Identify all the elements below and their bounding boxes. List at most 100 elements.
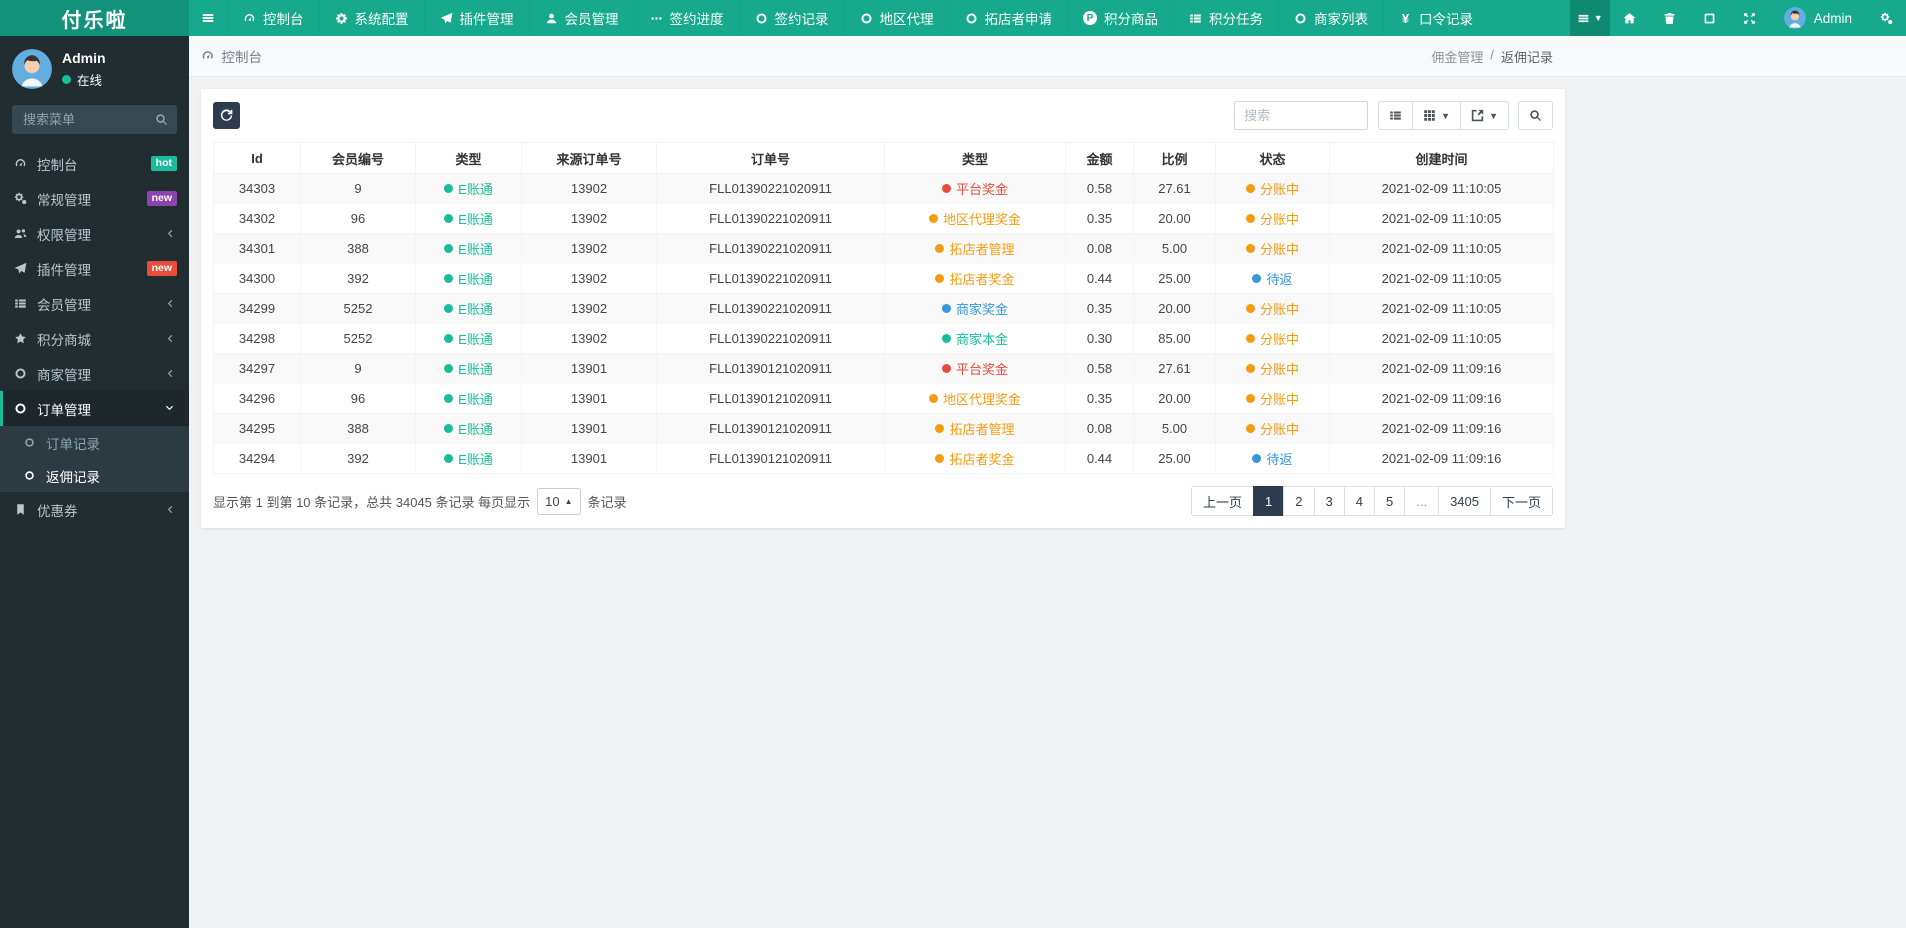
top-nav-item-5[interactable]: 签约进度: [633, 0, 739, 36]
sidebar-item-2[interactable]: 常规管理 new: [0, 181, 189, 216]
column-header[interactable]: 创建时间: [1329, 142, 1554, 174]
sidebar-item-4[interactable]: 插件管理 new: [0, 251, 189, 286]
sidebar-item-7[interactable]: 商家管理: [0, 356, 189, 391]
top-nav-item-3[interactable]: 插件管理: [423, 0, 529, 36]
table-row[interactable]: 34302 96 E账通 13902 FLL01390221020911 地区代理奖金 0.…: [213, 203, 1554, 234]
column-header[interactable]: 金额: [1065, 142, 1134, 174]
column-header[interactable]: 类型: [884, 142, 1066, 174]
breadcrumb[interactable]: 控制台: [201, 46, 262, 66]
sidebar-item-5[interactable]: 会员管理: [0, 286, 189, 321]
sidebar-item-1[interactable]: 控制台 hot: [0, 146, 189, 181]
table-row[interactable]: 34295 388 E账通 13901 FLL01390121020911 拓店者管理 0.…: [213, 413, 1554, 444]
sidebar-subitem-2[interactable]: 返佣记录: [0, 459, 189, 492]
top-nav-item-12[interactable]: ¥ 口令记录: [1383, 0, 1488, 36]
top-nav-item-10[interactable]: 积分任务: [1173, 0, 1278, 36]
columns-button[interactable]: ▼: [1412, 101, 1462, 130]
top-nav-item-1[interactable]: 控制台: [227, 0, 319, 36]
clear-cache-button[interactable]: [1650, 0, 1690, 36]
cell-ratio: 27.61: [1133, 353, 1216, 384]
table-row[interactable]: 34301 388 E账通 13902 FLL01390221020911 拓店者管理 0.…: [213, 233, 1554, 264]
sidebar-item-6[interactable]: 积分商城: [0, 321, 189, 356]
export-button[interactable]: ▼: [1460, 101, 1509, 130]
top-nav-item-2[interactable]: 系统配置: [318, 0, 424, 36]
cell-id: 34303: [213, 173, 301, 204]
menu-dropdown-button[interactable]: ▼: [1569, 0, 1610, 36]
brand-logo[interactable]: 付乐啦: [0, 0, 189, 36]
user-menu[interactable]: Admin: [1770, 0, 1866, 36]
menu-search-input[interactable]: [12, 105, 177, 134]
column-header[interactable]: 类型: [415, 142, 522, 174]
breadcrumb-home[interactable]: 控制台: [222, 46, 263, 66]
cell-id: 34302: [213, 203, 301, 234]
page-button-3405[interactable]: 3405: [1438, 486, 1491, 516]
breadcrumb-current: 返佣记录: [1500, 49, 1553, 65]
page-button-3[interactable]: 3: [1313, 486, 1345, 516]
table-row[interactable]: 34298 5252 E账通 13902 FLL01390221020911 商家本金 0.…: [213, 323, 1554, 354]
table-toolbar: ▼▼: [213, 101, 1553, 130]
search-button[interactable]: [1518, 101, 1553, 130]
column-header[interactable]: 会员编号: [300, 142, 416, 174]
toggle-view-button[interactable]: [1378, 101, 1414, 130]
page-button-5[interactable]: 5: [1373, 486, 1406, 516]
table-row[interactable]: 34299 5252 E账通 13902 FLL01390221020911 商家奖金 0.…: [213, 293, 1554, 324]
top-nav-item-11[interactable]: 商家列表: [1278, 0, 1383, 36]
column-header[interactable]: 订单号: [656, 142, 885, 174]
page-button-1[interactable]: 1: [1253, 486, 1285, 516]
home-button[interactable]: [1610, 0, 1650, 36]
user-avatar: [12, 49, 52, 89]
column-header[interactable]: 比例: [1133, 142, 1216, 174]
table-row[interactable]: 34294 392 E账通 13901 FLL01390121020911 拓店者奖金 0.…: [213, 443, 1554, 474]
top-nav-item-6[interactable]: 签约记录: [738, 0, 844, 36]
flag-label: E账通: [458, 212, 493, 227]
export-icon: [1471, 109, 1484, 122]
cell-source-order: 13902: [521, 233, 657, 264]
table-row[interactable]: 34303 9 E账通 13902 FLL01390221020911 平台奖金 0.58 2…: [213, 173, 1554, 204]
prev-page-button[interactable]: 上一页: [1191, 486, 1255, 516]
fullscreen-button[interactable]: [1730, 0, 1770, 36]
top-nav-item-9[interactable]: P 积分商品: [1067, 0, 1173, 36]
top-nav-item-4[interactable]: 会员管理: [528, 0, 634, 36]
circle-icon: [965, 12, 978, 25]
records-table: Id 会员编号 类型 来源订单号 订单号 类型 金额 比例 状态 创建时间 34303 9 E账通 13…: [213, 142, 1554, 474]
sidebar-item-9[interactable]: 优惠券: [0, 492, 189, 527]
cell-commission-type: 平台奖金: [884, 173, 1066, 204]
table-row[interactable]: 34297 9 E账通 13901 FLL01390121020911 平台奖金 0.58 2…: [213, 353, 1554, 384]
next-page-button[interactable]: 下一页: [1489, 486, 1553, 516]
flag-label: 分账中: [1259, 362, 1299, 377]
page-ellipsis: ...: [1404, 486, 1440, 516]
status-dot-icon: [444, 304, 454, 313]
sidebar-subitem-label: 返佣记录: [46, 469, 100, 485]
sidebar-item-8[interactable]: 订单管理: [0, 391, 189, 426]
table-search-input[interactable]: [1234, 101, 1369, 130]
refresh-button[interactable]: [213, 102, 240, 129]
cell-amount: 0.35: [1065, 383, 1134, 414]
flag-label: 拓店者奖金: [949, 272, 1015, 287]
status-dot-icon: [1245, 244, 1255, 253]
cell-account-type: E账通: [415, 413, 522, 444]
column-header[interactable]: Id: [213, 142, 301, 174]
flag-label: 分账中: [1259, 302, 1299, 317]
page-size-select[interactable]: 10 ▲: [537, 487, 581, 515]
flag-label: 待返: [1266, 272, 1293, 287]
expand-icon: [1743, 12, 1756, 25]
page-button-2[interactable]: 2: [1283, 486, 1315, 516]
top-nav-label: 系统配置: [354, 12, 409, 27]
table-row[interactable]: 34300 392 E账通 13902 FLL01390221020911 拓店者奖金 0.…: [213, 263, 1554, 294]
column-header[interactable]: 状态: [1215, 142, 1330, 174]
chevron-left-icon: [161, 368, 177, 379]
sidebar-item-3[interactable]: 权限管理: [0, 216, 189, 251]
cell-status: 分账中: [1215, 383, 1330, 414]
top-nav-item-8[interactable]: 拓店者申请: [948, 0, 1068, 36]
cell-created-time: 2021-02-09 11:09:16: [1329, 413, 1554, 444]
column-header[interactable]: 来源订单号: [521, 142, 657, 174]
sidebar-subitem-1[interactable]: 订单记录: [0, 426, 189, 459]
table-row[interactable]: 34296 96 E账通 13901 FLL01390121020911 地区代理奖金 0.…: [213, 383, 1554, 414]
sidebar-toggle-button[interactable]: [189, 0, 227, 36]
top-nav-item-7[interactable]: 地区代理: [843, 0, 949, 36]
cell-created-time: 2021-02-09 11:09:16: [1329, 443, 1554, 474]
module-market-button[interactable]: [1690, 0, 1730, 36]
page-button-4[interactable]: 4: [1343, 486, 1375, 516]
admin-settings-button[interactable]: [1866, 0, 1906, 36]
chevron-left-icon: [161, 228, 177, 239]
cell-id: 34299: [213, 293, 301, 324]
